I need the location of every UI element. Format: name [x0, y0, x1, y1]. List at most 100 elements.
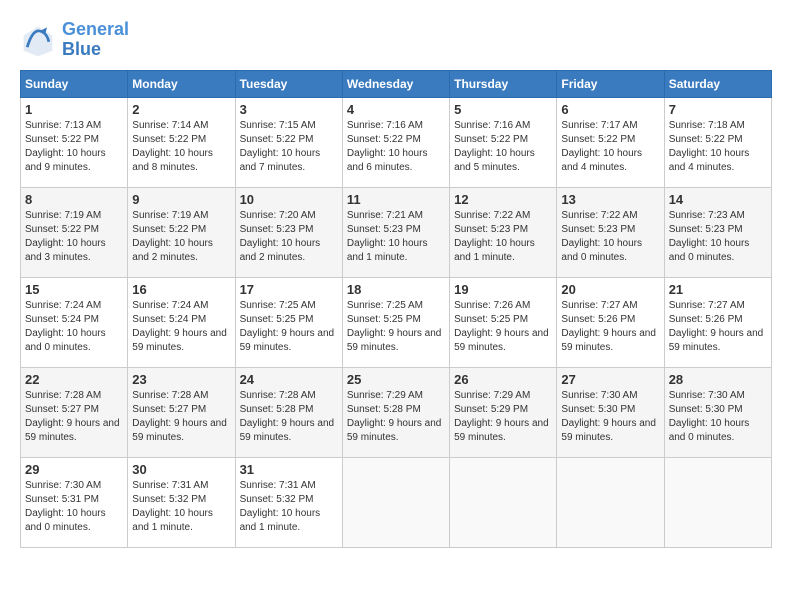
calendar-cell: 13 Sunrise: 7:22 AM Sunset: 5:23 PM Dayl…	[557, 187, 664, 277]
day-number: 21	[669, 282, 767, 297]
calendar-cell: 27 Sunrise: 7:30 AM Sunset: 5:30 PM Dayl…	[557, 367, 664, 457]
day-detail: Sunrise: 7:14 AM Sunset: 5:22 PM Dayligh…	[132, 119, 230, 175]
day-detail: Sunrise: 7:16 AM Sunset: 5:22 PM Dayligh…	[454, 119, 552, 175]
calendar-cell: 16 Sunrise: 7:24 AM Sunset: 5:24 PM Dayl…	[128, 277, 235, 367]
calendar-cell: 30 Sunrise: 7:31 AM Sunset: 5:32 PM Dayl…	[128, 457, 235, 547]
calendar-cell: 31 Sunrise: 7:31 AM Sunset: 5:32 PM Dayl…	[235, 457, 342, 547]
day-number: 7	[669, 102, 767, 117]
calendar-cell: 2 Sunrise: 7:14 AM Sunset: 5:22 PM Dayli…	[128, 97, 235, 187]
calendar-cell: 19 Sunrise: 7:26 AM Sunset: 5:25 PM Dayl…	[450, 277, 557, 367]
calendar-cell: 22 Sunrise: 7:28 AM Sunset: 5:27 PM Dayl…	[21, 367, 128, 457]
logo: General Blue	[20, 20, 129, 60]
day-detail: Sunrise: 7:24 AM Sunset: 5:24 PM Dayligh…	[132, 299, 230, 355]
calendar-cell: 6 Sunrise: 7:17 AM Sunset: 5:22 PM Dayli…	[557, 97, 664, 187]
day-detail: Sunrise: 7:30 AM Sunset: 5:30 PM Dayligh…	[669, 389, 767, 445]
day-number: 23	[132, 372, 230, 387]
weekday-header-thursday: Thursday	[450, 70, 557, 97]
calendar-cell: 18 Sunrise: 7:25 AM Sunset: 5:25 PM Dayl…	[342, 277, 449, 367]
calendar-cell: 26 Sunrise: 7:29 AM Sunset: 5:29 PM Dayl…	[450, 367, 557, 457]
day-number: 1	[25, 102, 123, 117]
day-number: 11	[347, 192, 445, 207]
day-number: 10	[240, 192, 338, 207]
calendar-cell: 1 Sunrise: 7:13 AM Sunset: 5:22 PM Dayli…	[21, 97, 128, 187]
calendar-week-5: 29 Sunrise: 7:30 AM Sunset: 5:31 PM Dayl…	[21, 457, 772, 547]
calendar-body: 1 Sunrise: 7:13 AM Sunset: 5:22 PM Dayli…	[21, 97, 772, 547]
day-number: 12	[454, 192, 552, 207]
day-detail: Sunrise: 7:18 AM Sunset: 5:22 PM Dayligh…	[669, 119, 767, 175]
logo-text: General Blue	[62, 20, 129, 60]
calendar-cell: 17 Sunrise: 7:25 AM Sunset: 5:25 PM Dayl…	[235, 277, 342, 367]
day-detail: Sunrise: 7:27 AM Sunset: 5:26 PM Dayligh…	[669, 299, 767, 355]
weekday-header-tuesday: Tuesday	[235, 70, 342, 97]
day-number: 8	[25, 192, 123, 207]
calendar-cell: 7 Sunrise: 7:18 AM Sunset: 5:22 PM Dayli…	[664, 97, 771, 187]
day-number: 9	[132, 192, 230, 207]
day-detail: Sunrise: 7:19 AM Sunset: 5:22 PM Dayligh…	[132, 209, 230, 265]
day-detail: Sunrise: 7:31 AM Sunset: 5:32 PM Dayligh…	[132, 479, 230, 535]
day-number: 20	[561, 282, 659, 297]
weekday-header-sunday: Sunday	[21, 70, 128, 97]
page-header: General Blue	[20, 20, 772, 60]
calendar-cell: 4 Sunrise: 7:16 AM Sunset: 5:22 PM Dayli…	[342, 97, 449, 187]
day-number: 31	[240, 462, 338, 477]
day-number: 13	[561, 192, 659, 207]
day-detail: Sunrise: 7:29 AM Sunset: 5:28 PM Dayligh…	[347, 389, 445, 445]
day-detail: Sunrise: 7:24 AM Sunset: 5:24 PM Dayligh…	[25, 299, 123, 355]
day-number: 28	[669, 372, 767, 387]
day-detail: Sunrise: 7:21 AM Sunset: 5:23 PM Dayligh…	[347, 209, 445, 265]
day-detail: Sunrise: 7:25 AM Sunset: 5:25 PM Dayligh…	[347, 299, 445, 355]
day-number: 19	[454, 282, 552, 297]
day-detail: Sunrise: 7:16 AM Sunset: 5:22 PM Dayligh…	[347, 119, 445, 175]
day-detail: Sunrise: 7:30 AM Sunset: 5:30 PM Dayligh…	[561, 389, 659, 445]
day-detail: Sunrise: 7:20 AM Sunset: 5:23 PM Dayligh…	[240, 209, 338, 265]
day-detail: Sunrise: 7:29 AM Sunset: 5:29 PM Dayligh…	[454, 389, 552, 445]
calendar-cell: 5 Sunrise: 7:16 AM Sunset: 5:22 PM Dayli…	[450, 97, 557, 187]
day-number: 14	[669, 192, 767, 207]
day-detail: Sunrise: 7:26 AM Sunset: 5:25 PM Dayligh…	[454, 299, 552, 355]
calendar-cell	[450, 457, 557, 547]
day-detail: Sunrise: 7:22 AM Sunset: 5:23 PM Dayligh…	[454, 209, 552, 265]
calendar-cell	[342, 457, 449, 547]
logo-icon	[20, 22, 56, 58]
calendar-cell: 3 Sunrise: 7:15 AM Sunset: 5:22 PM Dayli…	[235, 97, 342, 187]
day-detail: Sunrise: 7:17 AM Sunset: 5:22 PM Dayligh…	[561, 119, 659, 175]
day-number: 2	[132, 102, 230, 117]
day-number: 24	[240, 372, 338, 387]
calendar-cell: 23 Sunrise: 7:28 AM Sunset: 5:27 PM Dayl…	[128, 367, 235, 457]
calendar-cell: 9 Sunrise: 7:19 AM Sunset: 5:22 PM Dayli…	[128, 187, 235, 277]
weekday-header-saturday: Saturday	[664, 70, 771, 97]
day-number: 30	[132, 462, 230, 477]
day-number: 3	[240, 102, 338, 117]
day-number: 6	[561, 102, 659, 117]
calendar-cell: 21 Sunrise: 7:27 AM Sunset: 5:26 PM Dayl…	[664, 277, 771, 367]
calendar-week-2: 8 Sunrise: 7:19 AM Sunset: 5:22 PM Dayli…	[21, 187, 772, 277]
calendar-cell: 28 Sunrise: 7:30 AM Sunset: 5:30 PM Dayl…	[664, 367, 771, 457]
day-number: 17	[240, 282, 338, 297]
weekday-header-friday: Friday	[557, 70, 664, 97]
calendar-cell: 20 Sunrise: 7:27 AM Sunset: 5:26 PM Dayl…	[557, 277, 664, 367]
calendar-cell: 11 Sunrise: 7:21 AM Sunset: 5:23 PM Dayl…	[342, 187, 449, 277]
calendar-cell: 14 Sunrise: 7:23 AM Sunset: 5:23 PM Dayl…	[664, 187, 771, 277]
calendar-week-4: 22 Sunrise: 7:28 AM Sunset: 5:27 PM Dayl…	[21, 367, 772, 457]
day-detail: Sunrise: 7:31 AM Sunset: 5:32 PM Dayligh…	[240, 479, 338, 535]
day-detail: Sunrise: 7:28 AM Sunset: 5:28 PM Dayligh…	[240, 389, 338, 445]
calendar-week-1: 1 Sunrise: 7:13 AM Sunset: 5:22 PM Dayli…	[21, 97, 772, 187]
calendar-cell: 29 Sunrise: 7:30 AM Sunset: 5:31 PM Dayl…	[21, 457, 128, 547]
day-detail: Sunrise: 7:13 AM Sunset: 5:22 PM Dayligh…	[25, 119, 123, 175]
calendar-cell	[664, 457, 771, 547]
weekday-header-wednesday: Wednesday	[342, 70, 449, 97]
calendar-cell	[557, 457, 664, 547]
day-number: 27	[561, 372, 659, 387]
day-detail: Sunrise: 7:25 AM Sunset: 5:25 PM Dayligh…	[240, 299, 338, 355]
day-detail: Sunrise: 7:19 AM Sunset: 5:22 PM Dayligh…	[25, 209, 123, 265]
day-number: 25	[347, 372, 445, 387]
calendar-table: SundayMondayTuesdayWednesdayThursdayFrid…	[20, 70, 772, 548]
calendar-cell: 8 Sunrise: 7:19 AM Sunset: 5:22 PM Dayli…	[21, 187, 128, 277]
day-number: 26	[454, 372, 552, 387]
calendar-cell: 10 Sunrise: 7:20 AM Sunset: 5:23 PM Dayl…	[235, 187, 342, 277]
day-detail: Sunrise: 7:22 AM Sunset: 5:23 PM Dayligh…	[561, 209, 659, 265]
day-detail: Sunrise: 7:28 AM Sunset: 5:27 PM Dayligh…	[132, 389, 230, 445]
day-number: 5	[454, 102, 552, 117]
calendar-week-3: 15 Sunrise: 7:24 AM Sunset: 5:24 PM Dayl…	[21, 277, 772, 367]
calendar-cell: 25 Sunrise: 7:29 AM Sunset: 5:28 PM Dayl…	[342, 367, 449, 457]
